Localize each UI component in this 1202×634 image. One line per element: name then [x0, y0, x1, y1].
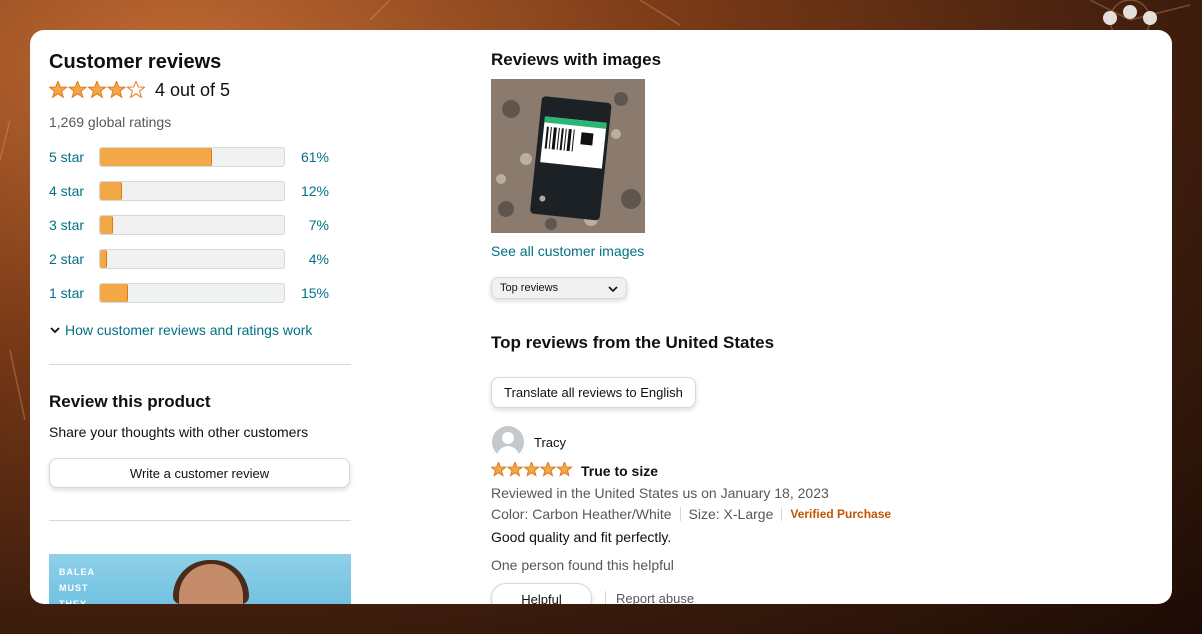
histogram-bar[interactable] [99, 181, 285, 201]
histogram-percent[interactable]: 7% [289, 217, 329, 233]
review-variant-info: Color: Carbon Heather/White Size: X-Larg… [491, 506, 891, 522]
histogram-star-label[interactable]: 2 star [49, 251, 84, 267]
histogram-percent[interactable]: 15% [289, 285, 329, 301]
promo-text-line: THEY [59, 599, 88, 604]
review-date: Reviewed in the United States us on Janu… [491, 485, 829, 501]
star-filled-icon [491, 462, 507, 477]
histogram-bar[interactable] [99, 215, 285, 235]
histogram-bar-fill [100, 182, 123, 200]
histogram-bar[interactable] [99, 249, 285, 269]
star-empty-icon [126, 80, 145, 98]
reviews-with-images-heading: Reviews with images [491, 50, 662, 69]
see-all-images-link[interactable]: See all customer images [491, 243, 644, 259]
avatar-head [502, 432, 514, 444]
rating-text: 4 out of 5 [155, 80, 231, 100]
write-review-label: Write a customer review [129, 465, 270, 481]
translate-reviews-label: Translate all reviews to English [504, 385, 683, 400]
histogram-bar-fill [100, 148, 213, 166]
translate-reviews-button[interactable]: Translate all reviews to English [491, 377, 696, 408]
promo-text: BALEA MUST THEY [59, 564, 95, 604]
review-date-text: Reviewed in the United States us on Janu… [491, 485, 829, 501]
star-filled-icon [49, 80, 68, 98]
avatar [492, 426, 524, 458]
histogram-percent[interactable]: 4% [289, 251, 329, 267]
how-reviews-work-label: How customer reviews and ratings work [65, 322, 313, 338]
divider [49, 520, 351, 521]
histogram-percent[interactable]: 12% [289, 183, 329, 199]
histogram-row[interactable]: 4 star 12% [49, 181, 349, 201]
top-reviews-heading: Top reviews from the United States [491, 333, 775, 352]
review-title: True to size [581, 462, 659, 479]
divider [49, 364, 351, 365]
helpful-button[interactable]: Helpful [491, 583, 592, 604]
promo-text-line: BALEA [59, 567, 95, 577]
average-rating[interactable]: 4 out of 5 [49, 80, 230, 101]
star-filled-icon [556, 462, 573, 477]
review-size[interactable]: Size: X-Large [689, 506, 774, 522]
how-reviews-work-link[interactable]: How customer reviews and ratings work [49, 322, 312, 338]
chevron-down-icon [608, 286, 618, 293]
histogram-bar-fill [100, 216, 113, 234]
histogram-star-label[interactable]: 3 star [49, 217, 84, 233]
customer-reviews-heading: Customer reviews [49, 51, 222, 73]
review-color[interactable]: Color: Carbon Heather/White [491, 506, 672, 522]
histogram-star-label[interactable]: 4 star [49, 183, 84, 199]
star-rating-icon [491, 462, 573, 477]
histogram-star-label[interactable]: 5 star [49, 149, 84, 165]
reviewer-profile[interactable]: Tracy [492, 426, 566, 458]
promo-text-line: MUST [59, 583, 89, 593]
star-filled-icon [67, 80, 88, 98]
sort-reviews-select[interactable]: Top reviews [491, 277, 627, 299]
star-filled-icon [87, 80, 107, 98]
reviews-panel: Customer reviews 4 out of 5 1,269 global… [30, 30, 1172, 604]
review-body: Good quality and fit perfectly. [491, 529, 672, 545]
histogram-star-label[interactable]: 1 star [49, 285, 84, 301]
avatar-body [497, 446, 519, 458]
promo-image[interactable]: BALEA MUST THEY [49, 554, 351, 604]
helpful-count: One person found this helpful [491, 557, 674, 573]
histogram-bar-fill [100, 250, 108, 268]
review-image-thumbnail[interactable] [491, 79, 645, 233]
global-ratings-count: 1,269 global ratings [49, 114, 172, 130]
histogram-bar[interactable] [99, 283, 285, 303]
product-tag-photo [491, 79, 645, 233]
histogram-row[interactable]: 1 star 15% [49, 283, 349, 303]
review-product-heading: Review this product [49, 392, 211, 411]
star-filled-icon [523, 462, 540, 477]
star-filled-icon [506, 462, 524, 477]
histogram-bar-fill [100, 284, 128, 302]
chevron-down-icon [50, 327, 60, 334]
star-rating-icon [49, 80, 145, 98]
histogram-bar[interactable] [99, 147, 285, 167]
verified-purchase-badge: Verified Purchase [790, 507, 892, 521]
separator [679, 507, 681, 521]
histogram-row[interactable]: 5 star 61% [49, 147, 349, 167]
histogram-percent[interactable]: 61% [289, 149, 329, 165]
write-review-button[interactable]: Write a customer review [49, 458, 350, 488]
histogram-row[interactable]: 2 star 4% [49, 249, 349, 269]
reviewer-name: Tracy [534, 434, 567, 450]
star-filled-icon [106, 80, 127, 98]
histogram-row[interactable]: 3 star 7% [49, 215, 349, 235]
sort-selected-value: Top reviews [500, 282, 559, 294]
separator [781, 507, 783, 521]
report-abuse-link[interactable]: Report abuse [605, 591, 694, 604]
helpful-button-label: Helpful [521, 592, 562, 604]
star-filled-icon [539, 462, 557, 477]
review-product-subtitle: Share your thoughts with other customers [49, 424, 309, 440]
review-rating-title[interactable]: True to size [491, 462, 658, 479]
